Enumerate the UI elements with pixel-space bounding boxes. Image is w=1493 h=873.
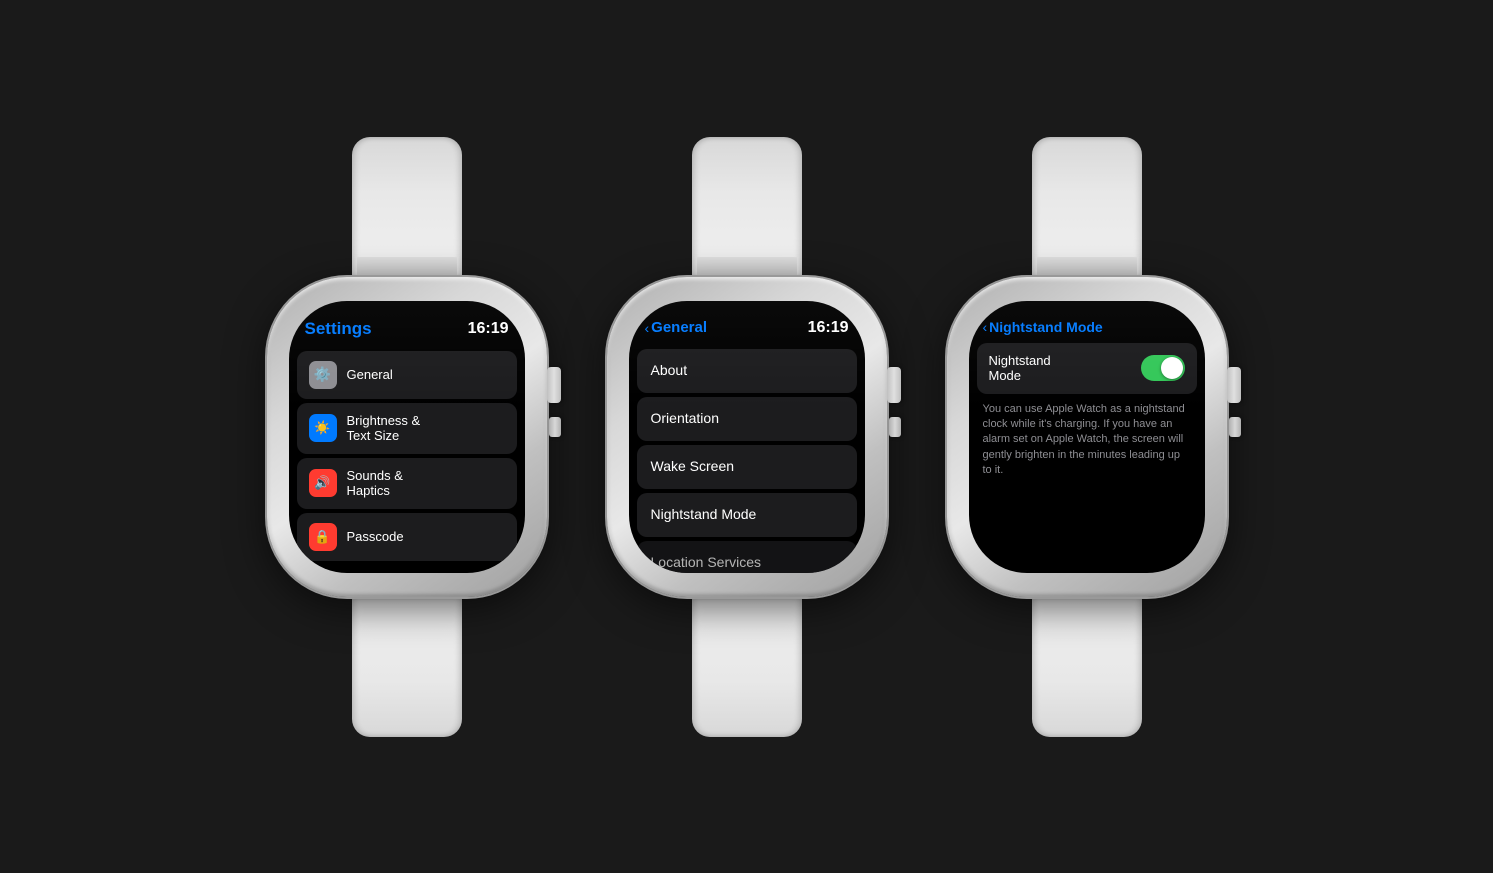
sounds-icon: 🔊 [309, 469, 337, 497]
menu-item-about[interactable]: About [637, 349, 857, 393]
location-label: Location Services [651, 554, 762, 571]
menu-item-location[interactable]: Location Services [637, 541, 857, 573]
about-label: About [651, 362, 688, 379]
watch-settings: Settings 16:19 ⚙️ General ☀️ Brightness … [267, 137, 547, 737]
watch-general: ‹ General 16:19 About Orientation Wake S… [607, 137, 887, 737]
digital-crown-2[interactable] [887, 367, 901, 403]
wake-screen-label: Wake Screen [651, 458, 735, 475]
back-nav-nightstand[interactable]: ‹ Nightstand Mode [983, 319, 1103, 335]
nightstand-toggle-row: NightstandMode [977, 343, 1197, 394]
menu-item-sounds[interactable]: 🔊 Sounds &Haptics [297, 458, 517, 509]
toggle-knob [1161, 357, 1183, 379]
passcode-label: Passcode [347, 529, 404, 545]
band-bottom-2 [692, 597, 802, 737]
sounds-label: Sounds &Haptics [347, 468, 403, 499]
menu-item-passcode[interactable]: 🔒 Passcode [297, 513, 517, 561]
menu-item-orientation[interactable]: Orientation [637, 397, 857, 441]
band-top-3 [1032, 137, 1142, 277]
screen-header-2: ‹ General 16:19 [629, 301, 865, 345]
band-bottom-1 [352, 597, 462, 737]
general-icon: ⚙️ [309, 361, 337, 389]
watch-screen-1: Settings 16:19 ⚙️ General ☀️ Brightness … [289, 301, 525, 573]
digital-crown-1[interactable] [547, 367, 561, 403]
menu-item-brightness[interactable]: ☀️ Brightness &Text Size [297, 403, 517, 454]
brightness-icon: ☀️ [309, 414, 337, 442]
passcode-icon: 🔒 [309, 523, 337, 551]
settings-menu: ⚙️ General ☀️ Brightness &Text Size 🔊 So… [289, 347, 525, 573]
settings-title: Settings [305, 319, 372, 339]
back-chevron-nightstand: ‹ [983, 319, 988, 335]
back-nav-general[interactable]: ‹ General [645, 319, 708, 336]
general-label: General [347, 367, 393, 383]
nightstand-header: ‹ Nightstand Mode [969, 301, 1205, 343]
menu-item-general[interactable]: ⚙️ General [297, 351, 517, 399]
band-bottom-3 [1032, 597, 1142, 737]
side-button-1[interactable] [549, 417, 561, 437]
back-chevron-general: ‹ [645, 320, 650, 336]
menu-item-wake-screen[interactable]: Wake Screen [637, 445, 857, 489]
menu-item-nightstand[interactable]: Nightstand Mode [637, 493, 857, 537]
settings-time: 16:19 [468, 320, 509, 338]
general-screen-title: General [651, 319, 707, 336]
watch-screen-2: ‹ General 16:19 About Orientation Wake S… [629, 301, 865, 573]
orientation-label: Orientation [651, 410, 719, 427]
nightstand-toggle[interactable] [1141, 355, 1185, 381]
watch-nightstand: ‹ Nightstand Mode NightstandMode You can… [947, 137, 1227, 737]
watch-case-2: ‹ General 16:19 About Orientation Wake S… [607, 277, 887, 597]
digital-crown-3[interactable] [1227, 367, 1241, 403]
watch-case-3: ‹ Nightstand Mode NightstandMode You can… [947, 277, 1227, 597]
band-top-1 [352, 137, 462, 277]
general-menu: About Orientation Wake Screen Nightstand… [629, 345, 865, 573]
nightstand-description: You can use Apple Watch as a nightstand … [969, 394, 1205, 479]
side-button-2[interactable] [889, 417, 901, 437]
nightstand-mode-label: NightstandMode [989, 353, 1051, 384]
side-button-3[interactable] [1229, 417, 1241, 437]
watch-screen-3: ‹ Nightstand Mode NightstandMode You can… [969, 301, 1205, 573]
screen-header-1: Settings 16:19 [289, 301, 525, 347]
nightstand-menu-label: Nightstand Mode [651, 506, 757, 523]
watch-case-1: Settings 16:19 ⚙️ General ☀️ Brightness … [267, 277, 547, 597]
general-time: 16:19 [808, 319, 849, 337]
band-top-2 [692, 137, 802, 277]
brightness-label: Brightness &Text Size [347, 413, 421, 444]
nightstand-screen-title: Nightstand Mode [989, 319, 1103, 335]
